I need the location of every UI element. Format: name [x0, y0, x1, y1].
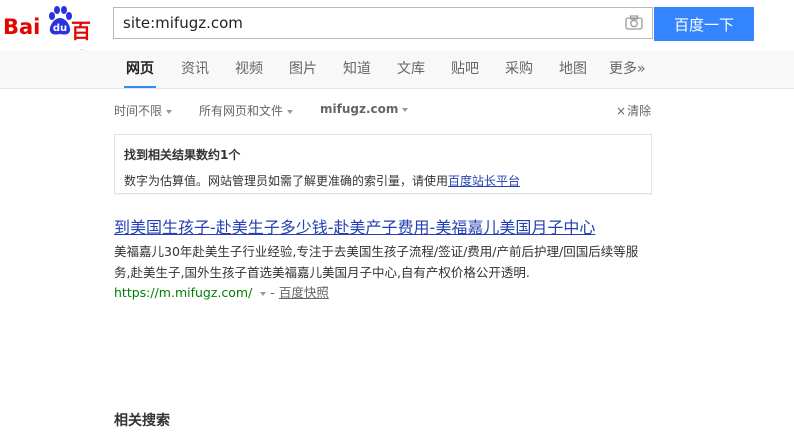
logo-latin: Bai: [3, 15, 41, 39]
related-searches-title: 相关搜索: [114, 413, 170, 429]
result-count-title: 找到相关结果数约1个: [124, 148, 241, 162]
notice-text-body: 数字为估算值。网站管理员如需了解更准确的索引量，请使用: [124, 174, 449, 188]
chevron-down-icon[interactable]: [260, 291, 267, 296]
site-filter[interactable]: mifugz.com: [320, 102, 409, 116]
tab-images[interactable]: 图片: [289, 50, 317, 88]
result-url-row: https://m.mifugz.com/ - 百度快照: [114, 283, 674, 303]
clear-filter-button[interactable]: ×清除: [616, 102, 651, 119]
site-filter-label: mifugz.com: [320, 102, 399, 116]
webmaster-platform-link[interactable]: 百度站长平台: [448, 174, 520, 188]
tab-map[interactable]: 地图: [559, 50, 587, 88]
tab-wenku[interactable]: 文库: [397, 50, 425, 88]
result-separator: -: [270, 285, 275, 300]
type-filter-label: 所有网页和文件: [199, 104, 284, 118]
result-count-text: 数字为估算值。网站管理员如需了解更准确的索引量，请使用百度站长平台: [124, 172, 520, 189]
tab-news[interactable]: 资讯: [181, 50, 209, 88]
tab-tieba[interactable]: 贴吧: [451, 50, 479, 88]
chevron-down-icon: [402, 107, 409, 112]
clear-filter-label: 清除: [627, 104, 652, 118]
tab-video[interactable]: 视频: [235, 50, 263, 88]
logo-paw-text: du: [52, 23, 68, 34]
result-description: 美福嘉儿30年赴美生子行业经验,专注于去美国生孩子流程/签证/费用/产前后护理/…: [114, 244, 639, 280]
chevron-down-icon: [287, 109, 294, 114]
tab-purchase[interactable]: 采购: [505, 50, 533, 88]
header: Bai du 百度 百度一下: [0, 0, 794, 72]
tabs-bar: 网页 资讯 视频 图片 知道 文库 贴吧 采购 地图 更多»: [0, 50, 794, 89]
camera-icon[interactable]: [625, 15, 643, 30]
tab-more[interactable]: 更多»: [609, 50, 646, 88]
paw-icon: du: [47, 6, 73, 36]
search-button[interactable]: 百度一下: [654, 7, 754, 41]
tab-web[interactable]: 网页: [124, 50, 156, 88]
result-url[interactable]: https://m.mifugz.com/: [114, 285, 252, 300]
result-title-link[interactable]: 到美国生孩子-赴美生子多少钱-赴美产子费用-美福嘉儿美国月子中心: [114, 217, 674, 239]
filter-row: 时间不限 所有网页和文件 mifugz.com ×清除: [0, 90, 794, 130]
search-input[interactable]: [114, 8, 622, 38]
time-filter-label: 时间不限: [114, 104, 163, 118]
search-result: 到美国生孩子-赴美生子多少钱-赴美产子费用-美福嘉儿美国月子中心 美福嘉儿30年…: [114, 217, 674, 303]
baidu-logo[interactable]: Bai du 百度: [3, 6, 107, 72]
cache-snapshot-link[interactable]: 百度快照: [279, 285, 329, 300]
tab-zhidao[interactable]: 知道: [343, 50, 371, 88]
chevron-down-icon: [166, 109, 173, 114]
type-filter[interactable]: 所有网页和文件: [199, 102, 294, 119]
search-box: [113, 7, 653, 39]
time-filter[interactable]: 时间不限: [114, 102, 173, 119]
close-icon: ×: [616, 104, 627, 118]
result-count-notice: 找到相关结果数约1个 数字为估算值。网站管理员如需了解更准确的索引量，请使用百度…: [114, 134, 652, 194]
